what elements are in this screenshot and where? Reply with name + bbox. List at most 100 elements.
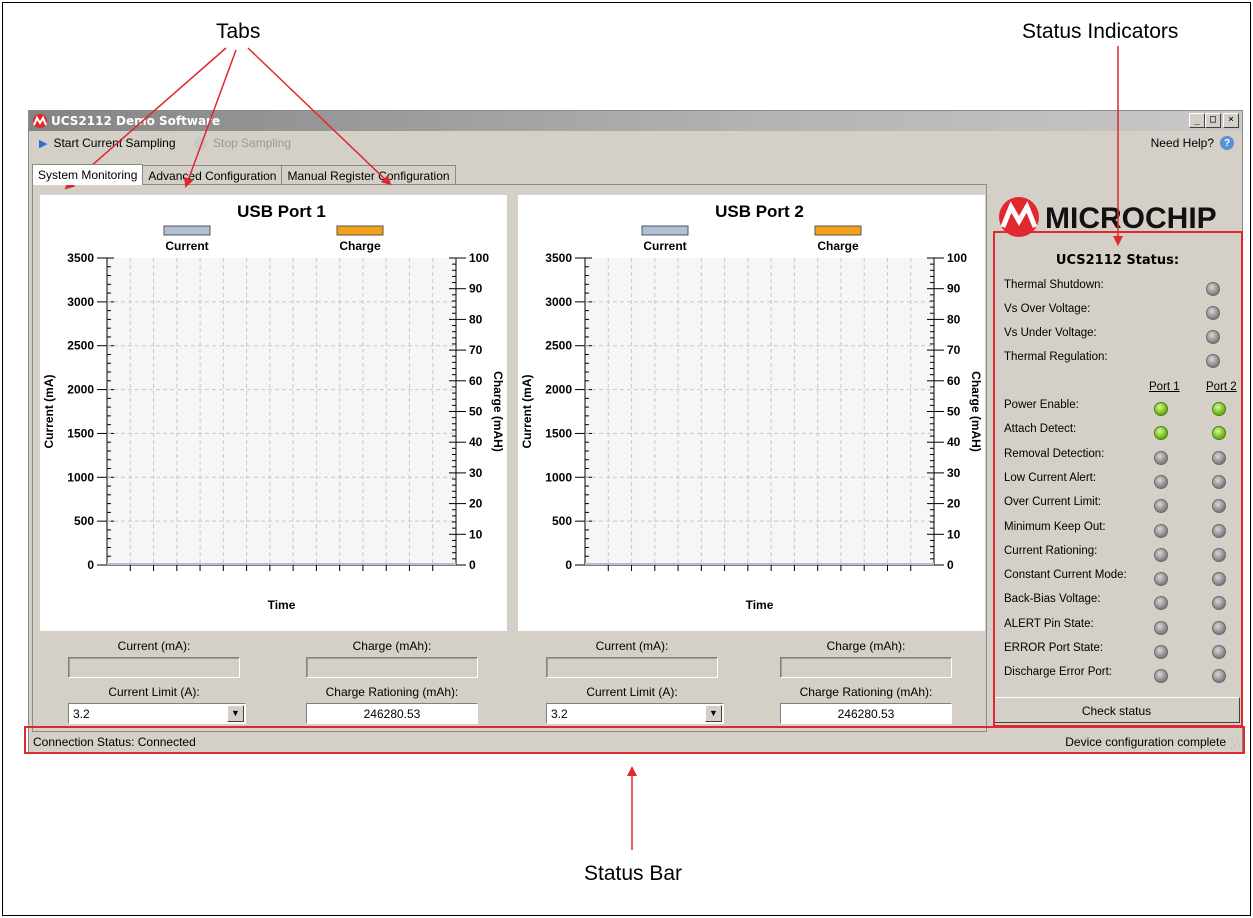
y2-tick-label: 20: [469, 497, 483, 511]
tab-advanced-configuration[interactable]: Advanced Configuration: [142, 165, 283, 185]
port-2-rationing-label: Charge Rationing (mAh):: [799, 685, 933, 699]
y2-tick-label: 100: [947, 251, 967, 265]
port-2-charge-field: [780, 657, 952, 678]
port-2-current-field: [546, 657, 718, 678]
chart-title: USB Port 1: [237, 202, 326, 221]
y2-tick-label: 60: [469, 374, 483, 388]
y-tick-label: 2500: [545, 339, 572, 353]
y2-tick-label: 80: [947, 312, 961, 326]
system-monitoring-panel: USB Port 1 Current Charge 0 500 1000 1500 2000 2…: [32, 184, 987, 732]
y2-tick-label: 40: [947, 435, 961, 449]
y-axis-label: Current (mA): [520, 374, 534, 448]
status-indicators-highlight: [993, 231, 1243, 727]
y2-tick-label: 0: [469, 558, 476, 572]
callout-status-indicators: Status Indicators: [1022, 20, 1179, 43]
y-tick-label: 3000: [67, 295, 94, 309]
help-label: Need Help?: [1150, 136, 1214, 150]
port-1-current-limit-value: 3.2: [73, 707, 90, 721]
y2-tick-label: 40: [469, 435, 483, 449]
y-tick-label: 1500: [545, 426, 572, 440]
plot-area: [107, 258, 456, 565]
y-tick-label: 0: [87, 558, 94, 572]
y-tick-label: 1500: [67, 426, 94, 440]
chart-usb-port-1: USB Port 1 Current Charge 0 500 1000 1500 2000 2…: [40, 195, 507, 631]
port-1-fields: Current (mA): Charge (mAh): Current Limi…: [40, 639, 507, 729]
app-logo-icon: [33, 114, 47, 128]
y2-tick-label: 50: [469, 405, 483, 419]
legend-swatch: [814, 225, 862, 236]
y2-tick-label: 20: [947, 497, 961, 511]
tab-manual-register-configuration[interactable]: Manual Register Configuration: [281, 165, 456, 185]
tab-strip: System Monitoring Advanced Configuration…: [32, 164, 456, 185]
help-icon: ?: [1220, 136, 1234, 150]
y2-tick-label: 100: [469, 251, 489, 265]
legend-label: Charge: [339, 239, 381, 253]
minimize-button[interactable]: _: [1189, 113, 1205, 128]
y2-axis-label: Charge (mAH): [491, 371, 505, 452]
help-button[interactable]: Need Help? ?: [1151, 136, 1234, 150]
port-1-rationing-label: Charge Rationing (mAh):: [325, 685, 459, 699]
chart-usb-port-1-svg: USB Port 1Current Charge05001000150020002…: [42, 202, 505, 612]
dropdown-arrow-icon[interactable]: ▼: [705, 705, 722, 722]
window-title: UCS2112 Demo Software: [51, 114, 221, 128]
tab-system-monitoring[interactable]: System Monitoring: [32, 164, 144, 185]
port-1-limit-label: Current Limit (A):: [108, 685, 200, 699]
port-2-charge-rationing-input[interactable]: 246280.53: [780, 703, 952, 724]
y-tick-label: 1000: [545, 470, 572, 484]
y2-tick-label: 0: [947, 558, 954, 572]
port-2-limit-label: Current Limit (A):: [586, 685, 678, 699]
x-axis-label: Time: [268, 598, 296, 612]
port-2-fields: Current (mA): Charge (mAh): Current Limi…: [518, 639, 985, 729]
y2-tick-label: 90: [469, 282, 483, 296]
y-tick-label: 0: [565, 558, 572, 572]
port-2-charge-label: Charge (mAh):: [826, 639, 906, 653]
y-tick-label: 3500: [545, 251, 572, 265]
port-1-charge-label: Charge (mAh):: [352, 639, 432, 653]
legend-swatch: [641, 225, 689, 236]
y-tick-label: 500: [74, 514, 94, 528]
status-bar-highlight: [24, 726, 1245, 754]
y-tick-label: 3000: [545, 295, 572, 309]
play-icon: ▶: [39, 137, 48, 150]
y2-axis-label: Charge (mAH): [969, 371, 983, 452]
toolbar: ▶ Start Current Sampling Stop Sampling N…: [29, 131, 1242, 155]
chart-title: USB Port 2: [715, 202, 804, 221]
plot-area: [585, 258, 934, 565]
port-2-current-limit-select[interactable]: 3.2 ▼: [546, 703, 724, 724]
y2-tick-label: 10: [947, 527, 961, 541]
y2-tick-label: 60: [947, 374, 961, 388]
legend-swatch: [163, 225, 211, 236]
y-tick-label: 2000: [67, 383, 94, 397]
stop-icon: [194, 136, 207, 150]
y2-tick-label: 70: [947, 343, 961, 357]
callout-tabs: Tabs: [216, 20, 261, 43]
title-bar[interactable]: UCS2112 Demo Software _ □ ×: [29, 111, 1242, 131]
stop-sampling-label: Stop Sampling: [213, 136, 292, 150]
stop-sampling-button[interactable]: Stop Sampling: [194, 136, 291, 150]
close-button[interactable]: ×: [1223, 113, 1239, 128]
port-2-current-limit-value: 3.2: [551, 707, 568, 721]
y-tick-label: 3500: [67, 251, 94, 265]
dropdown-arrow-icon[interactable]: ▼: [227, 705, 244, 722]
legend-label: Charge: [817, 239, 859, 253]
y2-tick-label: 80: [469, 312, 483, 326]
callout-status-bar: Status Bar: [584, 862, 683, 885]
port-1-current-field: [68, 657, 240, 678]
port-1-charge-rationing-input[interactable]: 246280.53: [306, 703, 478, 724]
chart-usb-port-2: USB Port 2 Current Charge 0 500 1000 1500 2000 2…: [518, 195, 985, 631]
y-tick-label: 1000: [67, 470, 94, 484]
port-2-current-label: Current (mA):: [595, 639, 669, 653]
maximize-button[interactable]: □: [1205, 113, 1221, 128]
y2-tick-label: 50: [947, 405, 961, 419]
chart-usb-port-2-svg: USB Port 2Current Charge05001000150020002…: [520, 202, 983, 612]
port-1-current-label: Current (mA):: [117, 639, 191, 653]
x-axis-label: Time: [746, 598, 774, 612]
y2-tick-label: 90: [947, 282, 961, 296]
legend-swatch: [336, 225, 384, 236]
port-1-current-limit-select[interactable]: 3.2 ▼: [68, 703, 246, 724]
start-sampling-button[interactable]: ▶ Start Current Sampling: [39, 136, 176, 150]
y-tick-label: 2000: [545, 383, 572, 397]
y2-tick-label: 10: [469, 527, 483, 541]
legend-label: Current: [165, 239, 208, 253]
y2-tick-label: 30: [947, 466, 961, 480]
